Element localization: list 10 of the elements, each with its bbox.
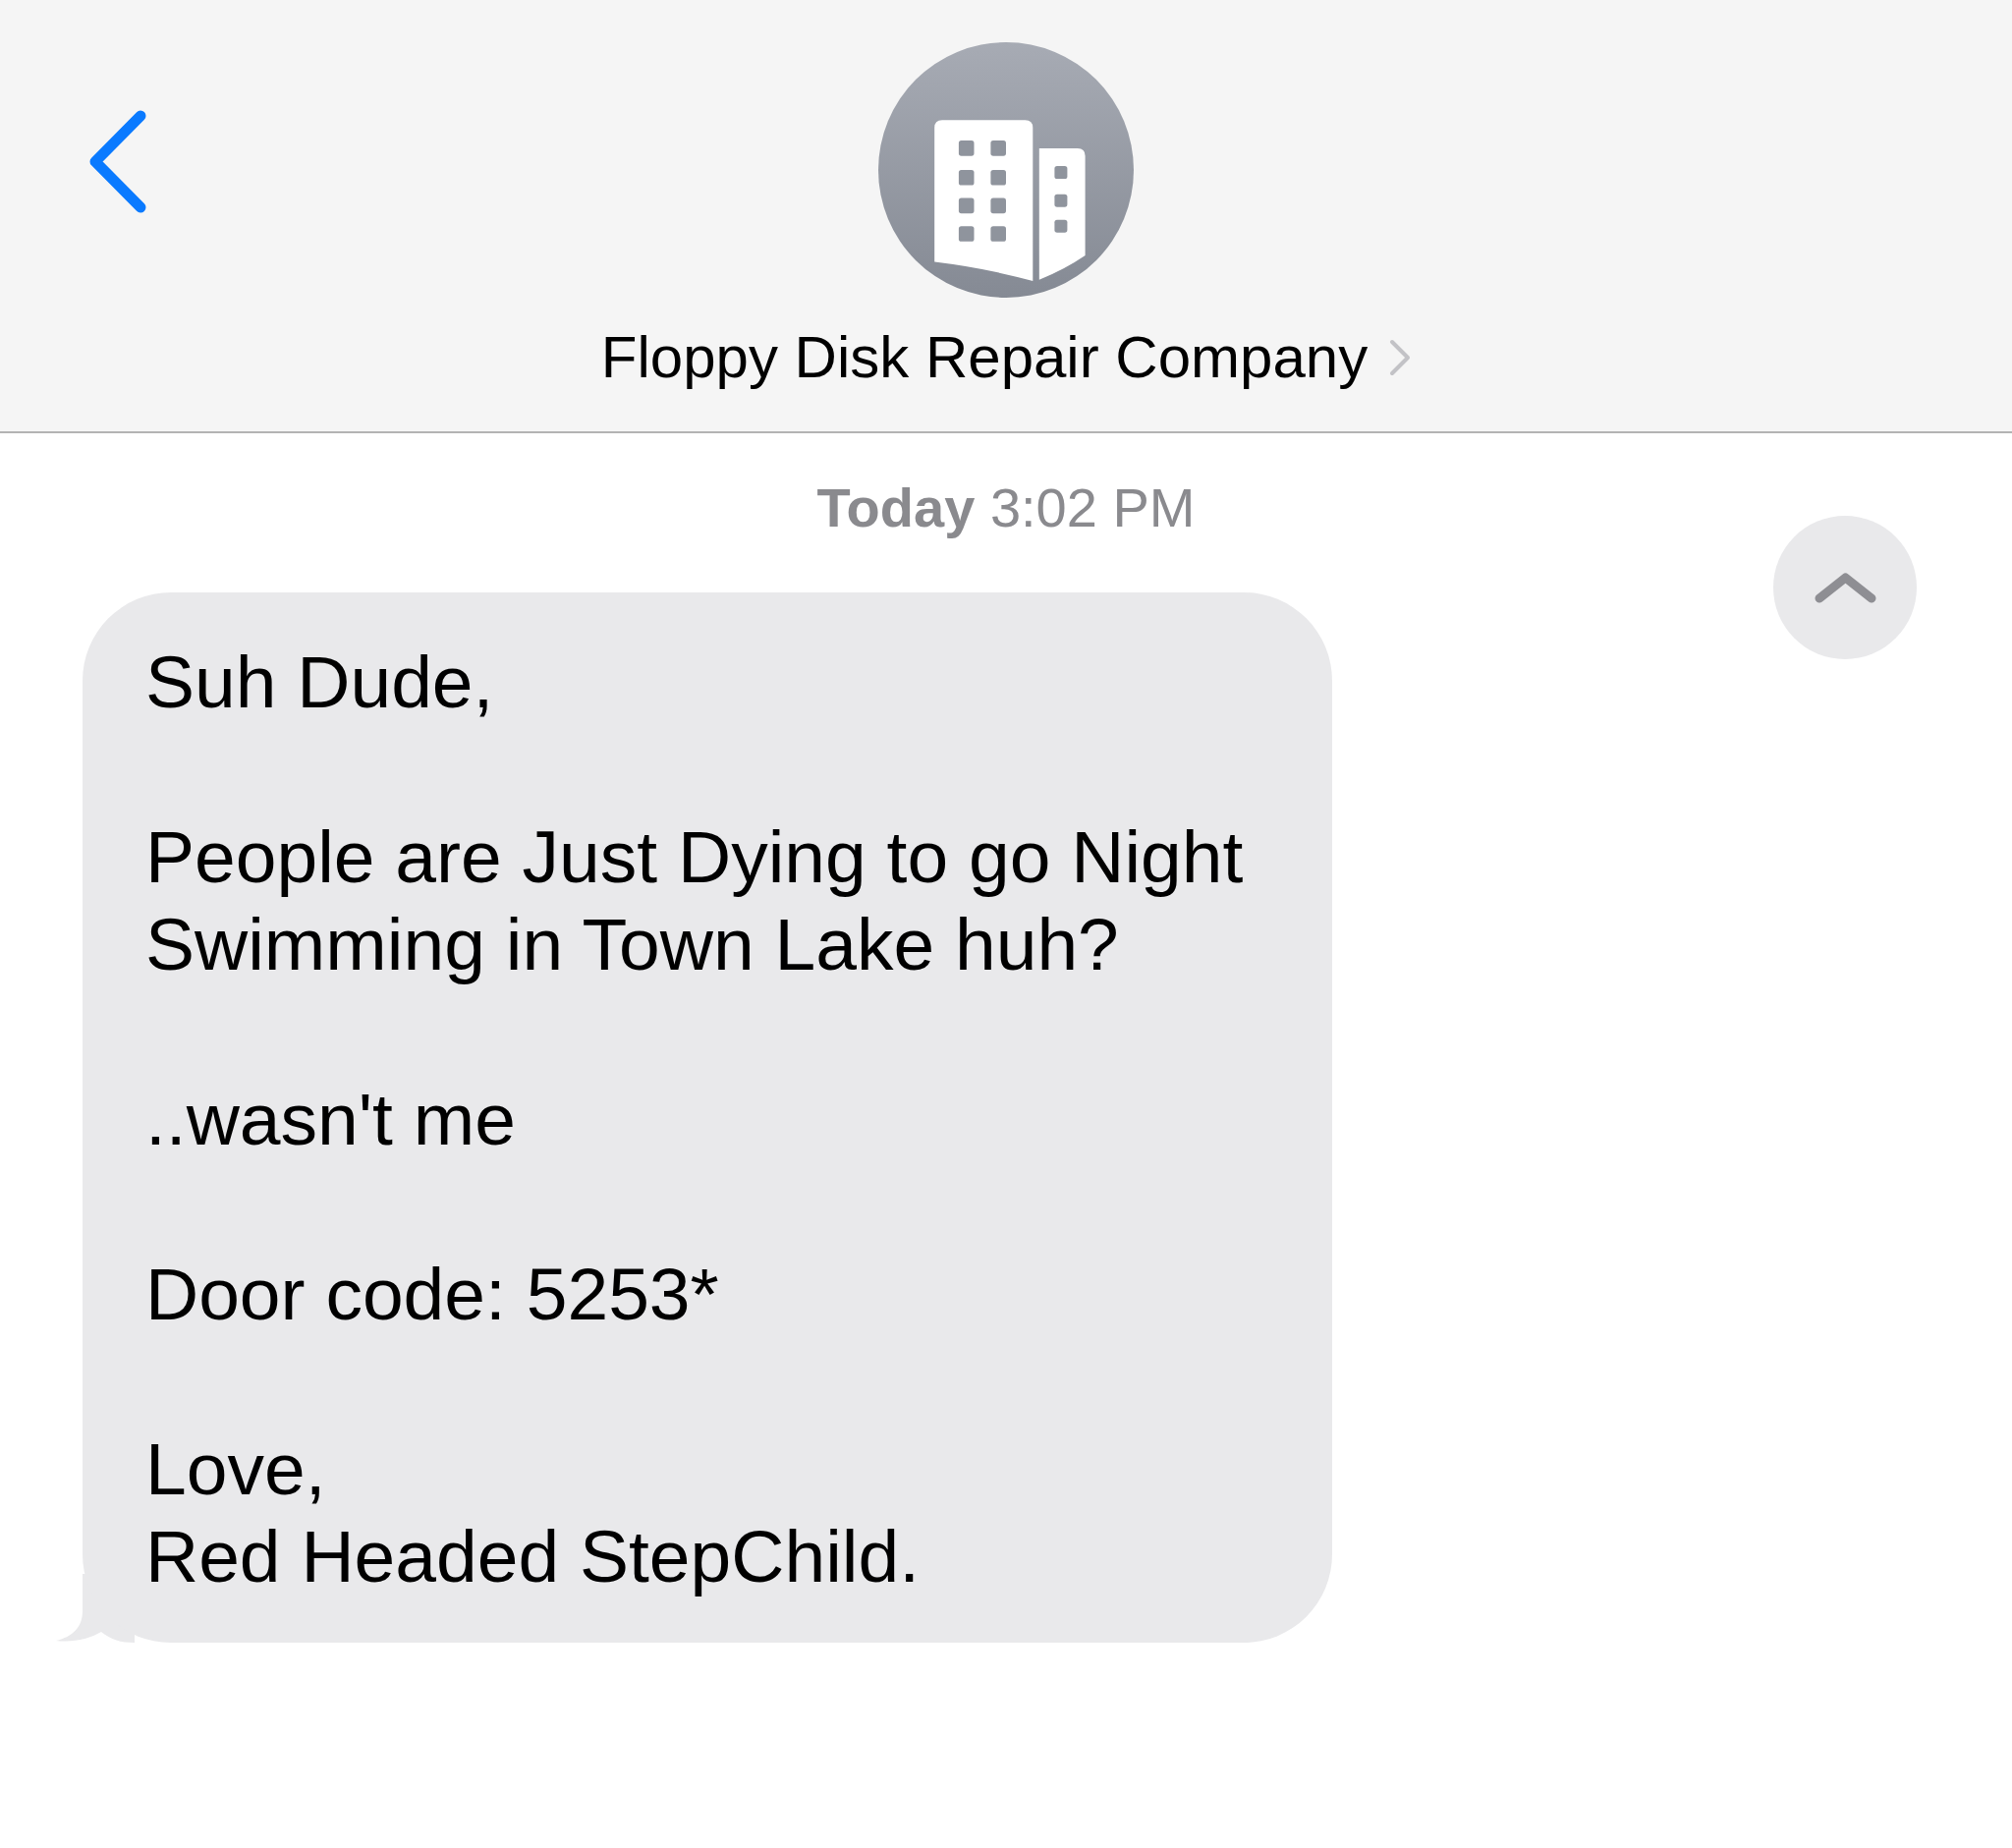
building-avatar-icon [878,42,1134,298]
contact-name-button[interactable]: Floppy Disk Repair Company [600,323,1412,392]
timestamp: Today 3:02 PM [816,476,1196,540]
chevron-up-icon [1814,572,1876,603]
message-text: People are Just Dying to go Night Swimming in Town Lake huh? [145,814,1245,987]
chevron-right-icon [1389,339,1412,376]
message-text: ..wasn't me [145,1077,516,1162]
message-text: Suh Dude, [145,640,494,725]
message-text: Love, Red Headed StepChild. [145,1427,920,1599]
message-text: Door code: 5253* [145,1252,719,1337]
